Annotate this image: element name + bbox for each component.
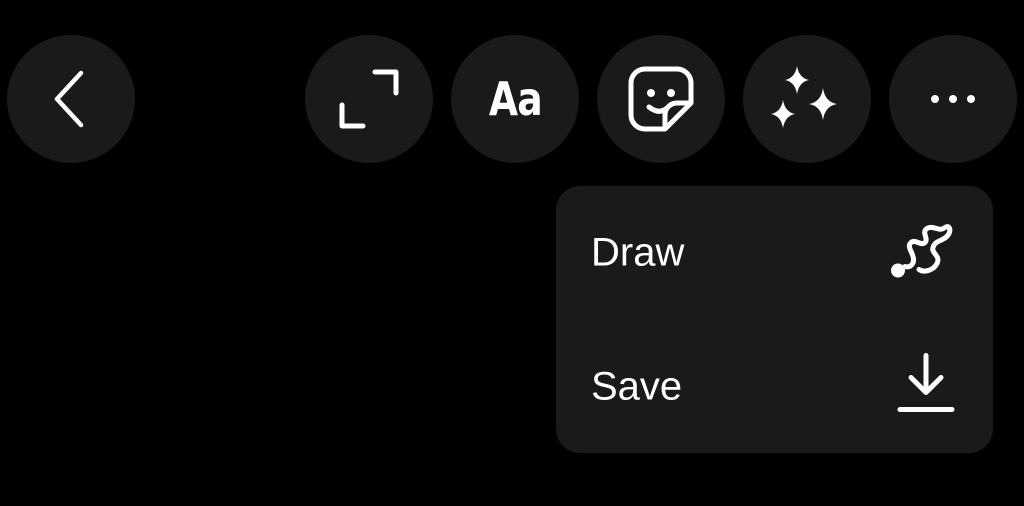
menu-item-label: Draw: [591, 230, 685, 274]
sticker-button[interactable]: [597, 35, 725, 163]
expand-icon: [337, 67, 401, 131]
more-button[interactable]: [889, 35, 1017, 163]
text-button[interactable]: Aa: [451, 35, 579, 163]
more-menu: Draw Save: [556, 186, 993, 453]
sparkles-icon: [769, 64, 845, 134]
menu-item-draw[interactable]: Draw: [556, 186, 993, 319]
menu-item-label: Save: [591, 364, 683, 408]
sticker-icon: [625, 63, 697, 135]
chevron-left-icon: [51, 69, 91, 129]
effects-button[interactable]: [743, 35, 871, 163]
more-horizontal-icon: [929, 93, 977, 105]
text-label: Aa: [488, 72, 542, 126]
back-button[interactable]: [7, 35, 135, 163]
story-editor: Aa Draw Save: [0, 0, 1024, 506]
expand-button[interactable]: [305, 35, 433, 163]
scribble-icon: [889, 219, 955, 286]
menu-item-save[interactable]: Save: [556, 320, 993, 453]
download-icon: [897, 351, 955, 422]
